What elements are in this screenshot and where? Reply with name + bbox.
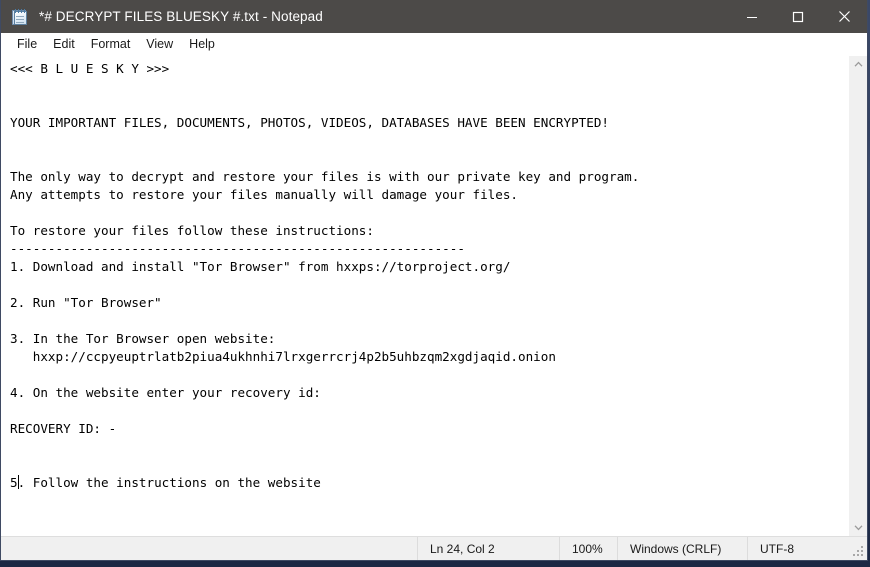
notepad-window: *# DECRYPT FILES BLUESKY #.txt - Notepad… bbox=[0, 0, 868, 561]
status-encoding[interactable]: UTF-8 bbox=[747, 537, 867, 560]
window-titlebar[interactable]: *# DECRYPT FILES BLUESKY #.txt - Notepad bbox=[1, 0, 867, 33]
close-icon bbox=[838, 11, 850, 22]
document-text: <<< B L U E S K Y >>> YOUR IMPORTANT FIL… bbox=[10, 61, 640, 490]
chevron-down-icon bbox=[854, 525, 863, 531]
menu-bar: File Edit Format View Help bbox=[1, 33, 867, 56]
menu-item-help[interactable]: Help bbox=[181, 35, 223, 54]
scroll-down-button[interactable] bbox=[850, 519, 867, 536]
notepad-icon bbox=[12, 8, 29, 25]
text-editor[interactable]: <<< B L U E S K Y >>> YOUR IMPORTANT FIL… bbox=[1, 56, 849, 536]
minimize-button[interactable] bbox=[729, 0, 775, 33]
resize-grip-icon[interactable] bbox=[853, 546, 864, 557]
chevron-up-icon bbox=[854, 61, 863, 67]
status-cursor-position: Ln 24, Col 2 bbox=[417, 537, 559, 560]
window-title: *# DECRYPT FILES BLUESKY #.txt - Notepad bbox=[39, 9, 323, 24]
status-line-ending[interactable]: Windows (CRLF) bbox=[617, 537, 747, 560]
menu-item-view[interactable]: View bbox=[138, 35, 181, 54]
minimize-icon bbox=[747, 16, 757, 18]
status-bar-spacer bbox=[1, 537, 417, 560]
vertical-scrollbar[interactable] bbox=[849, 56, 867, 536]
maximize-icon bbox=[792, 11, 804, 22]
menu-item-format[interactable]: Format bbox=[83, 35, 139, 54]
status-bar: Ln 24, Col 2 100% Windows (CRLF) UTF-8 bbox=[1, 536, 867, 560]
status-zoom-level[interactable]: 100% bbox=[559, 537, 617, 560]
maximize-button[interactable] bbox=[775, 0, 821, 33]
editor-area: <<< B L U E S K Y >>> YOUR IMPORTANT FIL… bbox=[1, 56, 867, 536]
close-button[interactable] bbox=[821, 0, 867, 33]
menu-item-edit[interactable]: Edit bbox=[45, 35, 83, 54]
menu-item-file[interactable]: File bbox=[9, 35, 45, 54]
scroll-up-button[interactable] bbox=[850, 56, 867, 73]
